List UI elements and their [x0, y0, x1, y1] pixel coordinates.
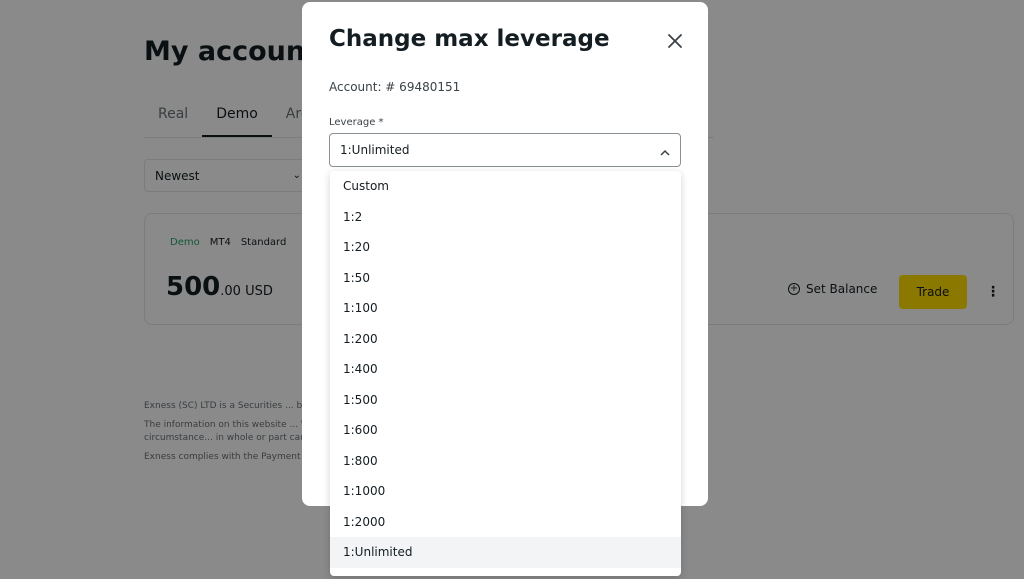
leverage-option[interactable]: 1:20: [330, 232, 681, 263]
leverage-options-list: Custom 1:2 1:20 1:50 1:100 1:200 1:400 1…: [330, 171, 681, 576]
modal-title: Change max leverage: [329, 26, 610, 52]
leverage-option[interactable]: Custom: [330, 171, 681, 202]
leverage-option-selected[interactable]: 1:Unlimited: [330, 537, 681, 568]
leverage-option[interactable]: 1:600: [330, 415, 681, 446]
leverage-label: Leverage *: [329, 117, 384, 128]
account-number: Account: # 69480151: [329, 80, 461, 94]
leverage-select-value: 1:Unlimited: [340, 143, 410, 157]
leverage-option[interactable]: 1:200: [330, 324, 681, 355]
leverage-option[interactable]: 1:2: [330, 202, 681, 233]
leverage-option[interactable]: 1:2000: [330, 507, 681, 538]
leverage-option[interactable]: 1:100: [330, 293, 681, 324]
leverage-option[interactable]: 1:500: [330, 385, 681, 416]
leverage-option[interactable]: 1:800: [330, 446, 681, 477]
leverage-select[interactable]: 1:Unlimited: [329, 133, 681, 167]
leverage-option[interactable]: 1:400: [330, 354, 681, 385]
leverage-option[interactable]: 1:50: [330, 263, 681, 294]
close-icon[interactable]: [666, 32, 684, 50]
chevron-up-icon: [660, 146, 670, 156]
leverage-option[interactable]: 1:1000: [330, 476, 681, 507]
